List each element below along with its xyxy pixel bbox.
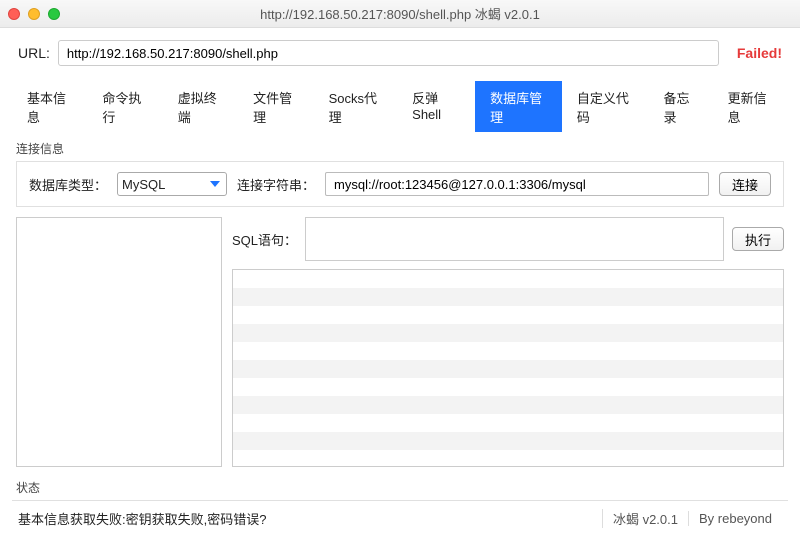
url-row: URL: Failed! xyxy=(0,28,800,74)
conn-string-label: 连接字符串： xyxy=(237,175,315,194)
url-input[interactable] xyxy=(58,40,719,66)
db-type-label: 数据库类型： xyxy=(29,175,107,194)
tab-command-exec[interactable]: 命令执行 xyxy=(87,81,162,132)
tab-bar: 基本信息 命令执行 虚拟终端 文件管理 Socks代理 反弹Shell 数据库管… xyxy=(12,80,788,132)
db-type-select[interactable]: MySQL xyxy=(117,172,227,196)
execute-button[interactable]: 执行 xyxy=(732,227,784,251)
tab-file-manager[interactable]: 文件管理 xyxy=(238,81,313,132)
tab-custom-code[interactable]: 自定义代码 xyxy=(562,81,649,132)
tab-database[interactable]: 数据库管理 xyxy=(475,81,562,132)
sql-label: SQL语句： xyxy=(232,230,297,249)
status-message: 基本信息获取失败:密钥获取失败,密码错误? xyxy=(18,509,602,528)
chevron-down-icon xyxy=(210,181,220,187)
db-type-value: MySQL xyxy=(122,177,165,192)
url-label: URL: xyxy=(18,45,50,61)
results-grid[interactable] xyxy=(232,269,784,467)
tab-basic-info[interactable]: 基本信息 xyxy=(12,81,87,132)
db-right-pane: SQL语句： 执行 xyxy=(232,217,784,467)
connection-section-label: 连接信息 xyxy=(16,140,800,157)
connect-button[interactable]: 连接 xyxy=(719,172,771,196)
db-config-row: 数据库类型： MySQL 连接字符串： 连接 xyxy=(16,161,784,207)
window-titlebar: http://192.168.50.217:8090/shell.php 冰蝎 … xyxy=(0,0,800,28)
status-bar: 基本信息获取失败:密钥获取失败,密码错误? 冰蝎 v2.0.1 By rebey… xyxy=(12,500,788,534)
connection-status: Failed! xyxy=(737,45,782,61)
tab-memo[interactable]: 备忘录 xyxy=(649,81,713,132)
db-tree-pane[interactable] xyxy=(16,217,222,467)
tab-socks-proxy[interactable]: Socks代理 xyxy=(314,81,398,132)
window-title: http://192.168.50.217:8090/shell.php 冰蝎 … xyxy=(0,4,800,23)
conn-string-input[interactable] xyxy=(325,172,709,196)
status-version: 冰蝎 v2.0.1 xyxy=(602,509,688,528)
status-section-label: 状态 xyxy=(16,479,800,496)
tab-update-info[interactable]: 更新信息 xyxy=(713,81,788,132)
tab-virtual-terminal[interactable]: 虚拟终端 xyxy=(163,81,238,132)
db-main-area: SQL语句： 执行 xyxy=(16,217,784,467)
status-author: By rebeyond xyxy=(688,511,782,526)
sql-row: SQL语句： 执行 xyxy=(232,217,784,261)
tab-reverse-shell[interactable]: 反弹Shell xyxy=(397,81,475,132)
sql-input[interactable] xyxy=(305,217,724,261)
